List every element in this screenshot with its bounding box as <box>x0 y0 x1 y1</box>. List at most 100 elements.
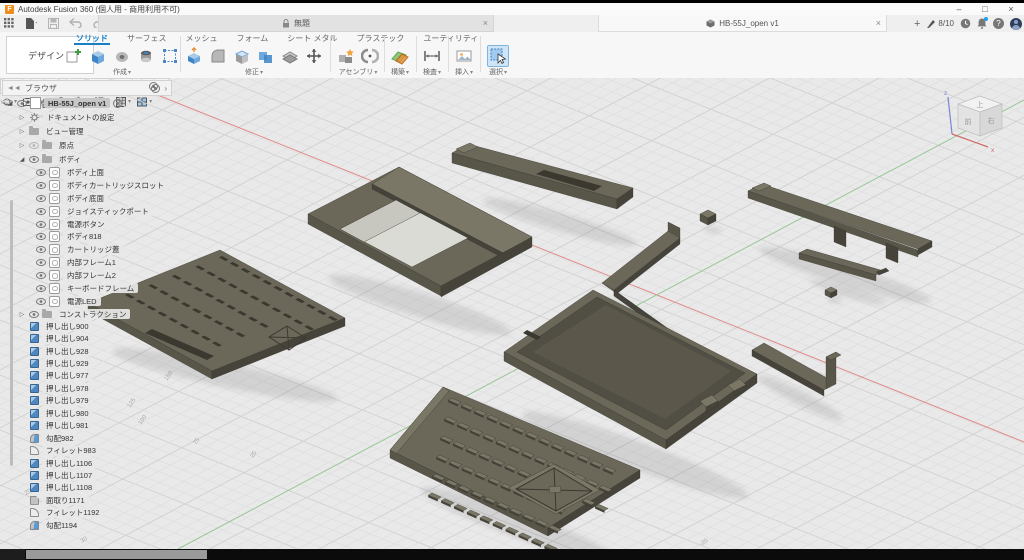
activate-component-radio[interactable] <box>113 99 122 108</box>
feature-row[interactable]: 押し出し928 <box>30 345 190 357</box>
eye-icon[interactable] <box>36 221 46 228</box>
feature-label[interactable]: フィレット1192 <box>42 508 103 518</box>
group-label-construct[interactable]: 構築 <box>391 67 409 77</box>
feature-row[interactable]: 押し出し978 <box>30 382 190 394</box>
feature-row[interactable]: 押し出し981 <box>30 420 190 432</box>
feature-label[interactable]: 押し出し978 <box>42 383 93 393</box>
body-row[interactable]: カートリッジ蓋 <box>36 243 196 256</box>
hole-button[interactable] <box>136 46 156 66</box>
tree-node-construction[interactable]: ▷ コンストラクション <box>18 308 130 320</box>
eye-icon[interactable] <box>36 285 46 292</box>
body-row[interactable]: 内部フレーム1 <box>36 256 196 269</box>
eye-icon[interactable] <box>36 208 46 215</box>
select-button[interactable] <box>487 45 509 67</box>
body-label[interactable]: カートリッジ蓋 <box>63 245 124 255</box>
tree-node-label[interactable]: コンストラクション <box>55 309 130 319</box>
feature-row[interactable]: 押し出し1108 <box>30 482 190 494</box>
body-row[interactable]: キーボードフレーム <box>36 282 196 295</box>
expand-open-icon[interactable]: ◢ <box>18 156 26 163</box>
maximize-button[interactable]: □ <box>972 3 998 15</box>
eye-icon[interactable] <box>29 156 39 163</box>
body-row[interactable]: ジョイスティックポート <box>36 205 196 218</box>
save-button[interactable] <box>45 15 63 31</box>
create-sketch-button[interactable] <box>64 46 84 66</box>
feature-label[interactable]: 勾配982 <box>42 433 78 443</box>
close-tab-icon[interactable]: × <box>873 18 884 28</box>
extrude-button[interactable] <box>88 46 108 66</box>
tree-node-origin[interactable]: ▷ 原点 <box>6 138 180 152</box>
ribbon-tab[interactable]: メッシュ <box>184 33 220 45</box>
eye-off-icon[interactable] <box>29 142 39 149</box>
move-copy-button[interactable] <box>304 46 324 66</box>
body-label[interactable]: ボディ上面 <box>63 167 108 177</box>
body-row[interactable]: 内部フレーム2 <box>36 269 196 282</box>
job-status-button[interactable]: 8/10 <box>926 19 954 29</box>
eye-icon[interactable] <box>36 169 46 176</box>
feature-row[interactable]: フィレット983 <box>30 444 190 456</box>
body-label[interactable]: キーボードフレーム <box>63 283 138 293</box>
browser-scrollbar[interactable] <box>10 200 13 466</box>
undo-button[interactable] <box>67 15 85 31</box>
minimize-button[interactable]: – <box>946 3 972 15</box>
viewport-canvas[interactable]: 1501251007525202530-20 <box>0 78 1024 549</box>
group-label-modify[interactable]: 修正 <box>245 67 263 77</box>
root-node-label[interactable]: HB-55J_open v1 <box>44 98 110 108</box>
tree-node-bodies[interactable]: ◢ ボディ <box>6 152 180 166</box>
help-button[interactable]: ? <box>993 18 1004 29</box>
expand-closed-icon[interactable]: ▷ <box>18 114 26 121</box>
group-label-create[interactable]: 作成 <box>113 67 131 77</box>
eye-icon[interactable] <box>17 100 27 107</box>
feature-label[interactable]: フィレット983 <box>42 446 100 456</box>
construction-plane-button[interactable] <box>390 46 410 66</box>
feature-label[interactable]: 押し出し1107 <box>42 470 96 480</box>
body-row[interactable]: ボディ818 <box>36 230 196 243</box>
expand-open-icon[interactable]: ◢ <box>6 100 14 107</box>
body-row[interactable]: 電源LED <box>36 295 196 308</box>
data-panel-button[interactable] <box>0 15 18 31</box>
ribbon-tab[interactable]: フォーム <box>235 33 271 45</box>
body-row[interactable]: ボディ底面 <box>36 192 196 205</box>
feature-row[interactable]: 勾配1194 <box>30 519 190 531</box>
feature-row[interactable]: 押し出し979 <box>30 395 190 407</box>
feature-row[interactable]: 押し出し904 <box>30 332 190 344</box>
body-row[interactable]: 電源ボタン <box>36 218 196 231</box>
press-pull-button[interactable] <box>184 46 204 66</box>
tree-node-label[interactable]: ドキュメントの設定 <box>43 112 119 122</box>
feature-label[interactable]: 押し出し929 <box>42 359 93 369</box>
combine-button[interactable] <box>256 46 276 66</box>
feature-row[interactable]: 押し出し1106 <box>30 457 190 469</box>
new-component-button[interactable] <box>336 46 356 66</box>
ribbon-tab[interactable]: プラスチック <box>355 33 407 45</box>
ribbon-tab[interactable]: サーフェス <box>125 33 169 45</box>
body-row[interactable]: ボディ上面 <box>36 166 196 179</box>
model-part-cartridge-slot[interactable] <box>452 143 633 209</box>
feature-label[interactable]: 押し出し900 <box>42 321 93 331</box>
ribbon-tab[interactable]: シート メタル <box>285 33 339 45</box>
measure-button[interactable] <box>422 46 442 66</box>
feature-label[interactable]: 押し出し1108 <box>42 483 96 493</box>
body-label[interactable]: 電源LED <box>63 296 101 306</box>
tree-node-label[interactable]: ボディ <box>55 154 85 164</box>
tree-node-label[interactable]: ビュー管理 <box>42 126 88 136</box>
group-label-inspect[interactable]: 検査 <box>423 67 441 77</box>
expand-closed-icon[interactable]: ▷ <box>18 311 26 318</box>
body-label[interactable]: ボディ818 <box>63 232 106 242</box>
notifications-button[interactable] <box>977 18 987 29</box>
offset-face-button[interactable] <box>280 46 300 66</box>
shell-button[interactable] <box>232 46 252 66</box>
feature-label[interactable]: 押し出し904 <box>42 334 93 344</box>
ribbon-tab[interactable]: ソリッド <box>74 33 110 45</box>
feature-label[interactable]: 押し出し980 <box>42 408 93 418</box>
timeline-bar[interactable] <box>0 549 1024 560</box>
eye-icon[interactable] <box>36 246 46 253</box>
body-label[interactable]: 内部フレーム2 <box>63 271 120 281</box>
fillet-button[interactable] <box>208 46 228 66</box>
body-label[interactable]: ボディ底面 <box>63 193 108 203</box>
eye-icon[interactable] <box>29 311 39 318</box>
feature-row[interactable]: フィレット1192 <box>30 507 190 519</box>
eye-icon[interactable] <box>36 259 46 266</box>
feature-label[interactable]: 押し出し928 <box>42 346 93 356</box>
expand-closed-icon[interactable]: ▷ <box>18 142 26 149</box>
feature-row[interactable]: 押し出し900 <box>30 320 190 332</box>
collapse-panel-icon[interactable]: ◄◄ <box>7 85 21 92</box>
